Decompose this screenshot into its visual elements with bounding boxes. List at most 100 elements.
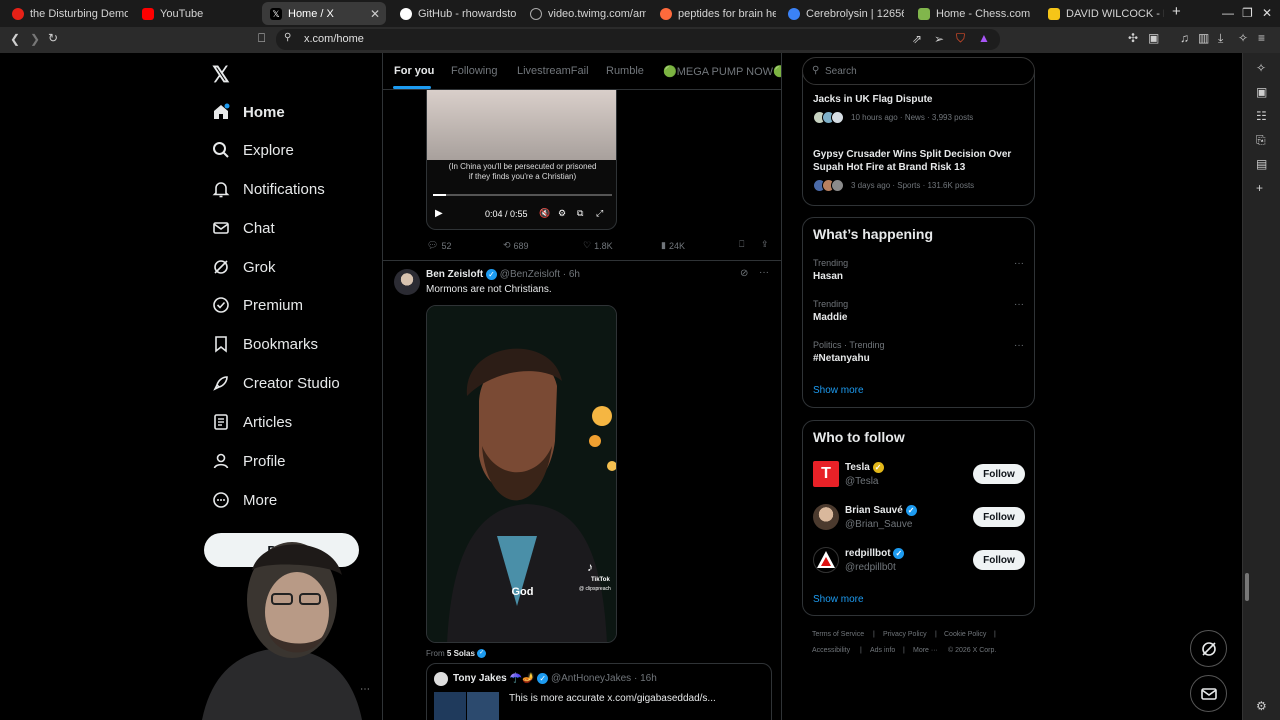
nav-premium[interactable]: Premium bbox=[212, 290, 303, 320]
footer-link[interactable]: Accessibility bbox=[812, 647, 850, 654]
nav-home[interactable]: Home bbox=[212, 97, 285, 127]
settings-icon[interactable]: ⚙ bbox=[558, 208, 566, 219]
browser-tab[interactable]: GitHub - rhowardstone/ bbox=[392, 2, 516, 25]
grok-icon[interactable]: ⊘ bbox=[740, 268, 748, 279]
browser-tab[interactable]: YouTube bbox=[134, 2, 258, 25]
send-icon[interactable]: ➢ bbox=[934, 32, 944, 46]
nav-explore[interactable]: Explore bbox=[212, 135, 294, 165]
browser-tab[interactable]: video.twimg.com/amplif bbox=[522, 2, 646, 25]
wallet-icon[interactable]: ▣ bbox=[1256, 85, 1267, 99]
tab-rumble[interactable]: Rumble bbox=[606, 65, 644, 77]
browser-tab-active[interactable]: 𝕏 Home / X ✕ bbox=[262, 2, 386, 25]
more-options-icon[interactable]: ⋯ bbox=[360, 684, 370, 695]
tab-following[interactable]: Following bbox=[451, 65, 497, 77]
back-icon[interactable]: ❮ bbox=[10, 32, 20, 46]
brave-shield-icon[interactable]: ⛉ bbox=[956, 31, 965, 46]
nav-notifications[interactable]: Notifications bbox=[212, 174, 325, 204]
nav-profile[interactable]: Profile bbox=[212, 446, 286, 476]
bookmarks-icon[interactable]: ⎘ bbox=[1256, 133, 1266, 148]
download-icon[interactable]: ⤓ bbox=[1218, 31, 1223, 46]
close-window-icon[interactable]: ✕ bbox=[1262, 6, 1272, 20]
news-title[interactable]: Jacks in UK Flag Dispute bbox=[813, 94, 932, 105]
news-title[interactable]: Gypsy Crusader Wins Split Decision Over … bbox=[813, 148, 1023, 174]
follow-button[interactable]: Follow bbox=[973, 550, 1025, 570]
follow-button[interactable]: Follow bbox=[973, 464, 1025, 484]
play-icon[interactable]: ▶ bbox=[435, 208, 443, 219]
nav-creator-studio[interactable]: Creator Studio bbox=[212, 368, 340, 398]
tab-livestreamfail[interactable]: LivestreamFail bbox=[517, 65, 589, 77]
author-handle[interactable]: @BenZeisloft bbox=[500, 269, 560, 280]
repost-button[interactable]: ⟲ 689 bbox=[503, 240, 529, 251]
share-icon[interactable]: ⇪ bbox=[761, 239, 769, 250]
browser-tab[interactable]: Home - Chess.com bbox=[910, 2, 1034, 25]
add-panel-icon[interactable]: + bbox=[1256, 181, 1263, 195]
avatar[interactable] bbox=[394, 269, 420, 295]
menu-icon[interactable]: ≡ bbox=[1258, 31, 1265, 45]
extensions-icon[interactable]: ✣ bbox=[1128, 31, 1138, 45]
nav-articles[interactable]: Articles bbox=[212, 407, 292, 437]
reload-icon[interactable]: ↻ bbox=[48, 31, 58, 45]
tab-for-you[interactable]: For you bbox=[394, 65, 434, 77]
footer-link[interactable]: Privacy Policy bbox=[883, 631, 927, 638]
new-tab-button[interactable]: + bbox=[1172, 3, 1181, 20]
browser-tab[interactable]: peptides for brain heali bbox=[652, 2, 776, 25]
footer-link[interactable]: Cookie Policy bbox=[944, 631, 986, 638]
footer-link[interactable]: Ads info bbox=[870, 647, 895, 654]
wallet-icon[interactable]: ▣ bbox=[1148, 31, 1159, 45]
nav-more[interactable]: More bbox=[212, 485, 277, 515]
follow-button[interactable]: Follow bbox=[973, 507, 1025, 527]
views-button[interactable]: ▮ 24K bbox=[661, 240, 685, 251]
grok-floating-button[interactable] bbox=[1190, 630, 1227, 667]
footer-link[interactable]: Terms of Service bbox=[812, 631, 864, 638]
maximize-icon[interactable]: ❐ bbox=[1242, 6, 1253, 20]
video-progress-bar[interactable] bbox=[433, 194, 612, 196]
messages-floating-button[interactable] bbox=[1190, 675, 1227, 712]
media-icon[interactable]: ♫ bbox=[1180, 31, 1189, 45]
open-external-icon[interactable]: ⇗ bbox=[912, 32, 922, 46]
search-input[interactable]: ⚲ Search bbox=[802, 57, 1035, 85]
page-scrollbar[interactable] bbox=[1245, 573, 1249, 601]
post-video-player[interactable]: (In China you'll be persecuted or prison… bbox=[426, 90, 617, 230]
trend-menu-icon[interactable]: ··· bbox=[1014, 299, 1024, 310]
reading-list-icon[interactable]: ☷ bbox=[1256, 109, 1267, 123]
sidebar-toggle-icon[interactable]: ▥ bbox=[1198, 31, 1209, 45]
reply-button[interactable]: 💬︎ 52 bbox=[427, 240, 451, 251]
leo-ai-icon[interactable]: ✧ bbox=[1256, 61, 1266, 75]
show-more-link[interactable]: Show more bbox=[813, 385, 864, 396]
leo-ai-icon[interactable]: ✧ bbox=[1238, 31, 1248, 45]
forward-icon[interactable]: ❯ bbox=[30, 32, 40, 46]
footer-link[interactable]: More ··· bbox=[913, 647, 938, 654]
x-logo-icon[interactable]: 𝕏 bbox=[212, 62, 230, 88]
address-bar[interactable]: ⚲ x.com/home ⇗ ➢ ⛉ ▲ bbox=[276, 29, 1000, 50]
author-name[interactable]: Tony Jakes ☂️🪔 bbox=[453, 673, 534, 684]
author-handle[interactable]: @AntHoneyJakes bbox=[551, 673, 631, 684]
nav-bookmarks[interactable]: Bookmarks bbox=[212, 329, 318, 359]
fullscreen-icon[interactable]: ⤢ bbox=[596, 208, 603, 219]
source-name[interactable]: 5 Solas bbox=[447, 649, 475, 658]
bookmark-page-icon[interactable]: ⎕ bbox=[258, 31, 265, 46]
post-video[interactable]: God ♪ TikTok @ clipspreach bbox=[426, 305, 617, 643]
close-tab-icon[interactable]: ✕ bbox=[370, 7, 380, 21]
nav-chat[interactable]: Chat bbox=[212, 213, 275, 243]
author-name[interactable]: Ben Zeisloft bbox=[426, 269, 483, 280]
browser-tab[interactable]: the Disturbing Demonc bbox=[4, 2, 128, 25]
browser-tab[interactable]: DAVID WILCOCK - Discl bbox=[1040, 2, 1164, 25]
browser-tab[interactable]: Cerebrolysin | 12656-6 bbox=[780, 2, 904, 25]
site-info-icon[interactable]: ⚲ bbox=[284, 32, 291, 43]
quoted-post[interactable]: Tony Jakes ☂️🪔 ✓ @AntHoneyJakes · 16h Th… bbox=[426, 663, 772, 720]
settings-gear-icon[interactable]: ⚙ bbox=[1256, 699, 1267, 713]
nav-grok[interactable]: Grok bbox=[212, 252, 276, 282]
show-more-link[interactable]: Show more bbox=[813, 594, 864, 605]
trend-menu-icon[interactable]: ··· bbox=[1014, 340, 1024, 351]
minimize-icon[interactable]: — bbox=[1222, 6, 1234, 20]
brave-rewards-icon[interactable]: ▲ bbox=[978, 31, 990, 45]
like-button[interactable]: ♡ 1.8K bbox=[583, 240, 613, 251]
tab-mega-pump[interactable]: 🟢MEGA PUMP NOW🟢 bbox=[663, 65, 781, 78]
history-icon[interactable]: ▤ bbox=[1256, 157, 1267, 171]
mute-icon[interactable]: 🔇 bbox=[539, 208, 550, 219]
trend-menu-icon[interactable]: ··· bbox=[1014, 258, 1024, 269]
bookmark-icon[interactable]: ⎕ bbox=[739, 239, 744, 250]
url-text[interactable]: x.com/home bbox=[304, 33, 364, 45]
post-menu-icon[interactable]: ··· bbox=[759, 267, 769, 278]
pip-icon[interactable]: ⧉ bbox=[577, 208, 583, 219]
